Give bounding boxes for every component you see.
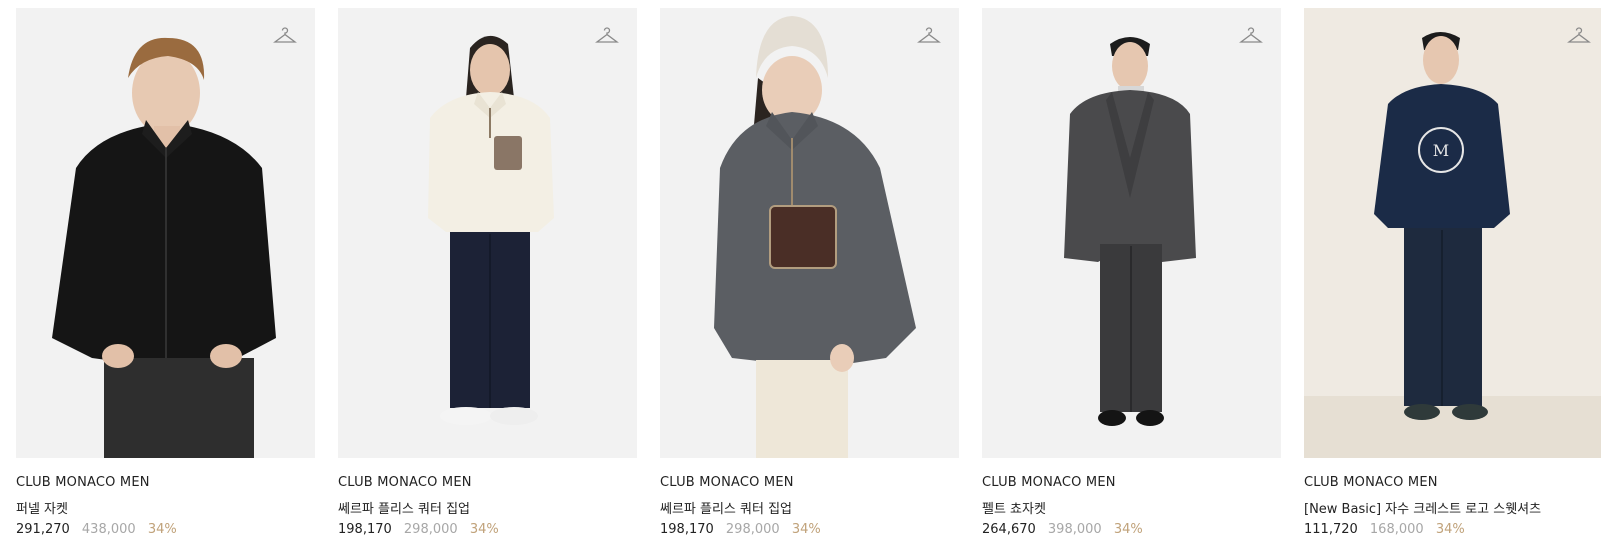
brand-name[interactable]: CLUB MONACO MEN (338, 475, 637, 493)
product-card[interactable]: M CLUB MONACO MEN [New Basic] 자수 크레스트 로고… (1304, 8, 1601, 540)
original-price: 298,000 (725, 522, 780, 537)
product-photo-navy-sweatshirt: M (1304, 32, 1601, 458)
sale-price: 198,170 (338, 522, 392, 537)
svg-text:M: M (1433, 141, 1449, 160)
product-name[interactable]: 퍼넬 자켓 (16, 498, 315, 517)
product-photo-felt-jacket (1064, 37, 1196, 426)
product-name[interactable]: 쎄르파 플리스 쿼터 집업 (338, 498, 637, 517)
original-price: 168,000 (1369, 522, 1424, 537)
hanger-icon[interactable] (917, 24, 941, 48)
discount-rate: 34% (1113, 522, 1143, 537)
discount-rate: 34% (791, 522, 821, 537)
original-price: 298,000 (403, 522, 458, 537)
discount-rate: 34% (1435, 522, 1465, 537)
sale-price: 291,270 (16, 522, 70, 537)
sale-price: 111,720 (1304, 522, 1358, 537)
product-photo-black-jacket (52, 37, 276, 458)
hanger-icon[interactable] (273, 24, 297, 48)
product-card[interactable]: CLUB MONACO MEN 퍼넬 자켓 291,270 438,000 34… (16, 8, 315, 540)
product-name[interactable]: 펠트 쵸자켓 (982, 498, 1281, 517)
original-price: 398,000 (1047, 522, 1102, 537)
product-image[interactable] (982, 8, 1281, 458)
product-image[interactable] (660, 8, 959, 458)
product-image[interactable] (338, 8, 637, 458)
product-image[interactable]: M (1304, 8, 1601, 458)
discount-rate: 34% (469, 522, 499, 537)
brand-name[interactable]: CLUB MONACO MEN (982, 475, 1281, 493)
product-card[interactable]: CLUB MONACO MEN 쎄르파 플리스 쿼터 집업 198,170 29… (338, 8, 637, 540)
product-card[interactable]: CLUB MONACO MEN 쎄르파 플리스 쿼터 집업 198,170 29… (660, 8, 959, 540)
price-row: 111,720 168,000 34% (1304, 522, 1601, 540)
brand-name[interactable]: CLUB MONACO MEN (1304, 475, 1601, 493)
product-photo-cream-fleece (428, 35, 554, 425)
price-row: 291,270 438,000 34% (16, 522, 315, 540)
brand-name[interactable]: CLUB MONACO MEN (660, 475, 959, 493)
sale-price: 198,170 (660, 522, 714, 537)
price-row: 198,170 298,000 34% (660, 522, 959, 540)
hanger-icon[interactable] (1567, 24, 1591, 48)
product-name[interactable]: [New Basic] 자수 크레스트 로고 스웻셔츠 (1304, 498, 1601, 517)
brand-name[interactable]: CLUB MONACO MEN (16, 475, 315, 493)
product-image[interactable] (16, 8, 315, 458)
price-row: 264,670 398,000 34% (982, 522, 1281, 540)
sale-price: 264,670 (982, 522, 1036, 537)
hanger-icon[interactable] (595, 24, 619, 48)
product-name[interactable]: 쎄르파 플리스 쿼터 집업 (660, 498, 959, 517)
price-row: 198,170 298,000 34% (338, 522, 637, 540)
hanger-icon[interactable] (1239, 24, 1263, 48)
product-photo-grey-fleece (714, 16, 916, 458)
discount-rate: 34% (147, 522, 177, 537)
product-card[interactable]: CLUB MONACO MEN 펠트 쵸자켓 264,670 398,000 3… (982, 8, 1281, 540)
original-price: 438,000 (81, 522, 136, 537)
